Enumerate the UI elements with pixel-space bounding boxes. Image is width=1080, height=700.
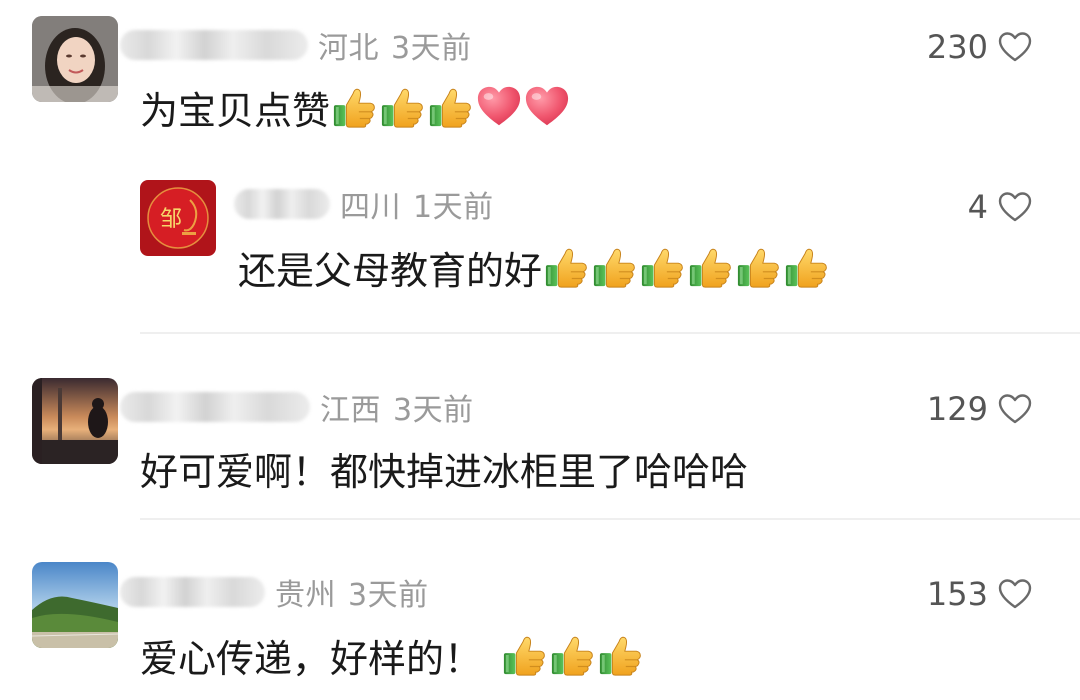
thumbs-up-icon: [640, 244, 686, 290]
comment-meta: 江西 3天前: [120, 387, 474, 428]
avatar[interactable]: [32, 16, 118, 102]
comment-time: 3天前: [391, 31, 472, 66]
avatar[interactable]: [32, 562, 118, 648]
comment-item: 河北 3天前 230 为宝贝点赞: [0, 0, 1080, 160]
thumbs-up-icon: [502, 632, 548, 678]
like-button[interactable]: 129: [927, 389, 1032, 429]
username-blurred[interactable]: [234, 189, 330, 219]
like-count: 129: [926, 390, 988, 428]
thumbs-up-icon: [332, 84, 378, 130]
heart-outline-icon[interactable]: [998, 393, 1032, 425]
comment-time: 3天前: [393, 393, 474, 428]
comment-text: 爱心传递，好样的！: [140, 628, 644, 682]
avatar-character: 邹: [160, 207, 182, 232]
username-blurred[interactable]: [120, 392, 310, 422]
like-count: 153: [926, 575, 988, 613]
thumbs-up-icon: [688, 244, 734, 290]
thumbs-up-icon: [544, 244, 590, 290]
comment-time: 1天前: [413, 190, 494, 225]
avatar[interactable]: 邹: [140, 180, 216, 256]
like-button[interactable]: 153: [927, 574, 1032, 614]
comment-item: 江西 3天前 129 好可爱啊！都快掉进冰柜里了哈哈哈: [0, 334, 1080, 518]
comment-text-content: 好可爱啊！都快掉进冰柜里了哈哈哈: [140, 449, 749, 494]
comment-text-content: 爱心传递，好样的！: [140, 636, 483, 681]
comment-meta: 四川 1天前: [234, 184, 494, 225]
reply-item: 邹 四川 1天前 4 还是父母教育的好: [0, 160, 1080, 330]
like-count: 230: [926, 28, 988, 66]
heart-outline-icon[interactable]: [998, 191, 1032, 223]
red-heart-icon: [476, 84, 522, 130]
heart-outline-icon[interactable]: [998, 578, 1032, 610]
comment-text-content: 为宝贝点赞: [140, 88, 331, 133]
username-blurred[interactable]: [120, 30, 308, 60]
thumbs-up-icon: [784, 244, 830, 290]
comment-text: 好可爱啊！都快掉进冰柜里了哈哈哈: [140, 441, 748, 495]
thumbs-up-icon: [592, 244, 638, 290]
comment-location: 四川: [340, 190, 401, 225]
heart-outline-icon[interactable]: [998, 31, 1032, 63]
username-blurred[interactable]: [120, 577, 265, 607]
thumbs-up-icon: [380, 84, 426, 130]
comment-meta: 贵州 3天前: [120, 572, 429, 613]
like-button[interactable]: 230: [927, 27, 1032, 67]
red-heart-icon: [524, 84, 570, 130]
thumbs-up-icon: [550, 632, 596, 678]
comment-time: 3天前: [348, 578, 429, 613]
comment-location: 河北: [318, 31, 379, 66]
like-button[interactable]: 4: [968, 187, 1032, 227]
comment-location: 江西: [320, 393, 381, 428]
comment-location: 贵州: [275, 578, 336, 613]
comment-text: 为宝贝点赞: [140, 80, 570, 134]
comment-text: 还是父母教育的好: [238, 240, 830, 294]
thumbs-up-icon: [736, 244, 782, 290]
thumbs-up-icon: [598, 632, 644, 678]
avatar[interactable]: [32, 378, 118, 464]
like-count: 4: [967, 188, 988, 226]
comment-text-content: 还是父母教育的好: [238, 248, 543, 293]
comment-item: 贵州 3天前 153 爱心传递，好样的！: [0, 520, 1080, 700]
comment-meta: 河北 3天前: [120, 25, 472, 66]
thumbs-up-icon: [428, 84, 474, 130]
comment-list: 河北 3天前 230 为宝贝点赞 邹 四川 1天前 4 还是父母教育的好 江西 …: [0, 0, 1080, 700]
